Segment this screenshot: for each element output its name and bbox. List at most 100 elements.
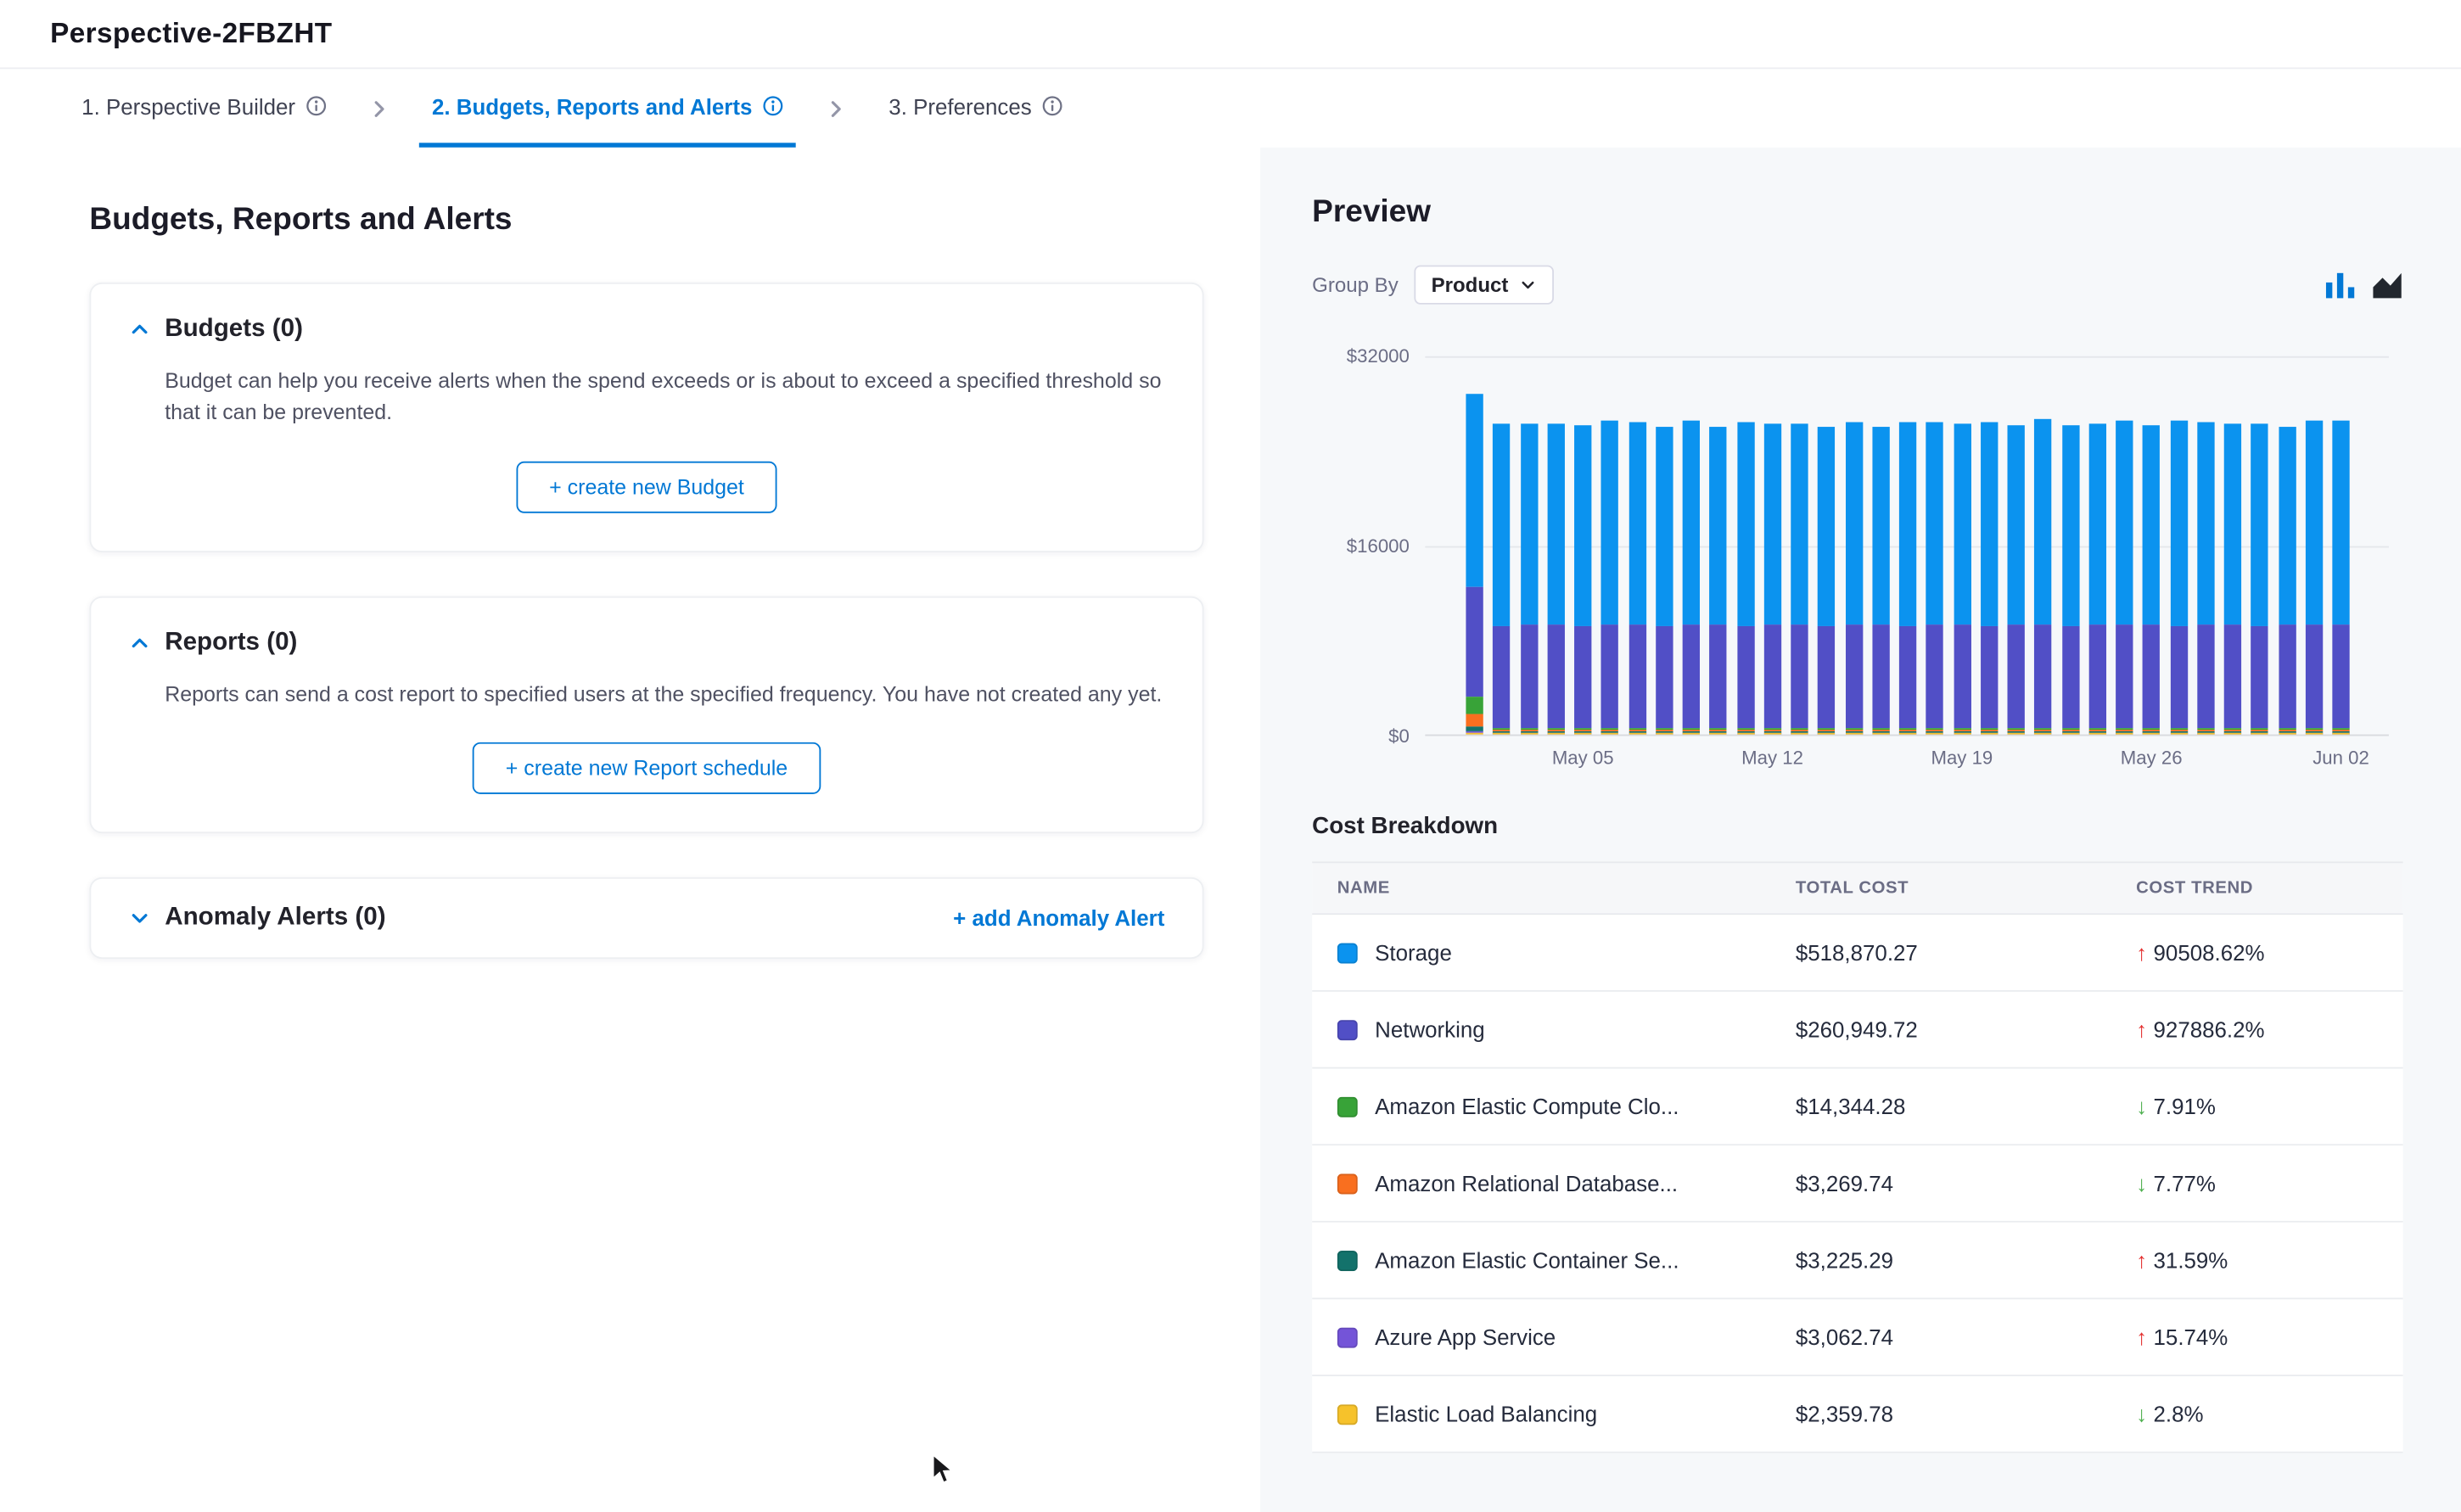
name-cell: Storage (1312, 940, 1770, 966)
chart-bar[interactable] (1981, 423, 1998, 734)
chart-bar[interactable] (1818, 426, 1835, 734)
budgets-card-header[interactable]: Budgets (0) (129, 316, 1165, 344)
chart-bar-segment (2116, 421, 2133, 624)
chart-bar[interactable] (2116, 421, 2133, 734)
chart-bar-segment (1629, 624, 1645, 727)
add-anomaly-alert-link[interactable]: + add Anomaly Alert (953, 905, 1164, 931)
chart-bar[interactable] (2332, 420, 2349, 734)
chart-bar[interactable] (1629, 423, 1645, 735)
chart-bar[interactable] (1926, 423, 1943, 734)
chart-bar-segment (2332, 420, 2349, 624)
chart-bar-segment (1574, 734, 1591, 735)
chart-bar-segment (1710, 733, 1727, 734)
tab-perspective-builder[interactable]: 1. Perspective Builder (69, 69, 339, 147)
chart-bar-segment (1547, 625, 1564, 728)
chart-bar[interactable] (2251, 424, 2268, 735)
chart-bar-segment (1710, 428, 1727, 624)
chart-bar-segment (1601, 734, 1618, 735)
trend-down-icon: ↓ (2136, 1402, 2147, 1427)
chart-bar[interactable] (2061, 425, 2078, 735)
chart-bar-segment (2008, 625, 2025, 728)
chevron-down-icon (1519, 277, 1536, 294)
chart-bar[interactable] (1710, 428, 1727, 735)
chart-bar[interactable] (1872, 428, 1889, 735)
reports-card-header[interactable]: Reports (0) (129, 629, 1165, 657)
chart-bar[interactable] (1466, 394, 1483, 734)
chart-bar[interactable] (1574, 425, 1591, 734)
chart-bar[interactable] (1899, 422, 1916, 735)
chart-bar-segment (2224, 734, 2241, 735)
table-header-row: NAME TOTAL COST COST TREND (1312, 861, 2402, 915)
chart-bar[interactable] (1493, 423, 1510, 735)
preview-pane: Preview Group By Product $32000 (1260, 148, 2461, 1512)
chevron-up-icon[interactable] (129, 318, 151, 340)
chart-bar[interactable] (1791, 423, 1808, 735)
chart-bar-segment (2197, 733, 2214, 734)
trend-percent: 31.59% (2154, 1247, 2228, 1273)
x-axis-line (1425, 735, 2389, 736)
y-axis-label: $32000 (1312, 345, 1410, 367)
chart-bar-segment (1656, 625, 1673, 727)
chevron-down-icon[interactable] (129, 907, 151, 929)
anomaly-card-header[interactable]: Anomaly Alerts (0) (129, 904, 386, 932)
chart-bar[interactable] (1736, 423, 1753, 735)
chart-bar[interactable] (1520, 424, 1537, 735)
chart-bar[interactable] (2034, 420, 2051, 735)
chart-bar-segment (1683, 734, 1700, 735)
table-row: Storage$518,870.27↑90508.62% (1312, 915, 2402, 992)
chart-bar[interactable] (1683, 420, 1700, 734)
chart-bar-segment (2116, 624, 2133, 728)
preview-controls: Group By Product (1312, 266, 2402, 305)
chart-bar[interactable] (2143, 425, 2160, 734)
chart-bar-segment (1818, 625, 1835, 727)
info-icon[interactable] (1043, 96, 1063, 116)
chart-bar[interactable] (2197, 422, 2214, 734)
chart-bar[interactable] (1656, 427, 1673, 734)
total-cost-cell: $260,949.72 (1770, 1016, 2111, 1042)
create-report-schedule-button[interactable]: + create new Report schedule (473, 742, 821, 793)
chart-bar[interactable] (2008, 426, 2025, 735)
column-chart-icon[interactable] (2324, 271, 2356, 299)
cost-trend-cell: ↓2.8% (2111, 1402, 2403, 1427)
chart-bar-segment (1466, 697, 1483, 714)
chart-bar[interactable] (2305, 420, 2322, 734)
name-cell: Azure App Service (1312, 1324, 1770, 1350)
trend-percent: 927886.2% (2154, 1016, 2265, 1042)
chart-bar-segment (1872, 733, 1889, 734)
chart-bar-segment (1954, 624, 1970, 727)
chart-bar-segment (1981, 625, 1998, 727)
trend-up-icon: ↑ (2136, 1247, 2147, 1273)
tab-preferences[interactable]: 3. Preferences (877, 69, 1076, 147)
chart-bar[interactable] (2224, 424, 2241, 735)
chart-bar[interactable] (1601, 421, 1618, 734)
info-icon[interactable] (763, 96, 783, 116)
group-by-select[interactable]: Product (1414, 266, 1554, 305)
tab-budgets-reports-alerts[interactable]: 2. Budgets, Reports and Alerts (419, 69, 796, 147)
chart-bar[interactable] (1845, 422, 1862, 735)
chart-bar-segment (2088, 625, 2105, 728)
chevron-up-icon[interactable] (129, 631, 151, 653)
chart-bar[interactable] (2088, 423, 2105, 735)
chart-bar-segment (1899, 625, 1916, 727)
info-icon[interactable] (306, 96, 327, 116)
chart-bar-segment (1763, 624, 1780, 728)
chart-bar[interactable] (1954, 423, 1970, 735)
total-cost-cell: $3,225.29 (1770, 1247, 2111, 1273)
chart-bar[interactable] (2279, 428, 2296, 735)
chart-bar-segment (1601, 421, 1618, 624)
chart-bar-segment (1629, 423, 1645, 624)
create-budget-button[interactable]: + create new Budget (516, 461, 776, 512)
series-name: Amazon Relational Database... (1375, 1171, 1678, 1196)
chart-bar[interactable] (1763, 423, 1780, 734)
chart-bar-segment (1710, 624, 1727, 728)
x-axis-label: May 19 (1931, 747, 1993, 769)
area-chart-icon[interactable] (2372, 271, 2403, 299)
x-axis-label: Jun 02 (2312, 747, 2369, 769)
cost-trend-cell: ↓7.91% (2111, 1094, 2403, 1119)
table-row: Elastic Load Balancing$2,359.78↓2.8% (1312, 1376, 2402, 1453)
chart-bar-segment (1818, 426, 1835, 625)
chart-bar[interactable] (2170, 420, 2187, 735)
chart-bar-segment (1736, 734, 1753, 735)
chart-bar[interactable] (1547, 423, 1564, 735)
chart-bar-segment (2116, 734, 2133, 735)
